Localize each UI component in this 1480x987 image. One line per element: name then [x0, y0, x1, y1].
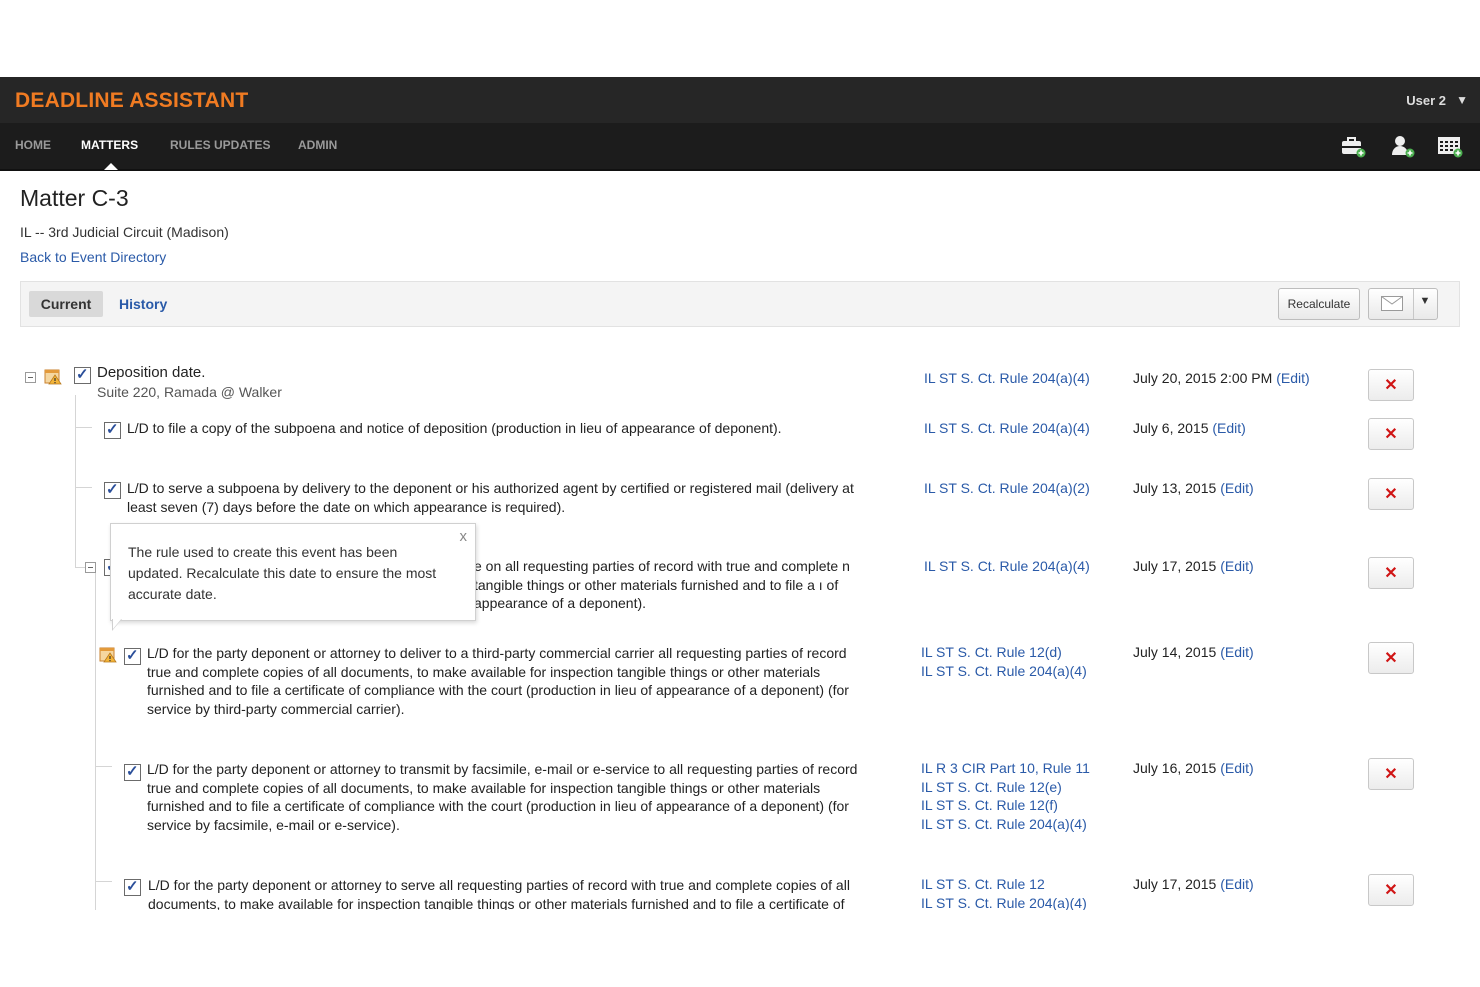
- event-date: July 14, 2015 (Edit): [1133, 644, 1254, 660]
- tooltip-text: The rule used to create this event has b…: [128, 544, 437, 602]
- tree-line: [75, 427, 92, 428]
- tooltip-close-button[interactable]: x: [460, 528, 468, 545]
- nav-rules-updates[interactable]: RULES UPDATES: [170, 138, 270, 152]
- rule-updated-warning-icon[interactable]: [99, 645, 117, 663]
- tree-line: [75, 487, 92, 488]
- collapse-toggle[interactable]: [85, 562, 96, 573]
- rule-link[interactable]: IL ST S. Ct. Rule 12(f): [921, 796, 1058, 815]
- event-checkbox[interactable]: [124, 762, 141, 781]
- event-date: July 16, 2015 (Edit): [1133, 760, 1254, 776]
- edit-date-link[interactable]: (Edit): [1212, 420, 1245, 436]
- email-button[interactable]: ▼: [1368, 288, 1438, 320]
- email-dropdown-caret-icon[interactable]: ▼: [1413, 295, 1437, 307]
- delete-event-button[interactable]: ✕: [1368, 874, 1414, 906]
- app-logo[interactable]: DEADLINE ASSISTANT: [15, 89, 248, 113]
- event-checkbox[interactable]: [124, 877, 141, 896]
- rule-link[interactable]: IL ST S. Ct. Rule 204(a)(2): [924, 479, 1090, 498]
- edit-date-link[interactable]: (Edit): [1220, 760, 1253, 776]
- delete-event-button[interactable]: ✕: [1368, 418, 1414, 450]
- tree-line: [75, 567, 85, 568]
- rule-updated-warning-icon[interactable]: [44, 367, 62, 385]
- rule-link[interactable]: IL ST S. Ct. Rule 12: [921, 875, 1045, 894]
- add-user-icon[interactable]: [1389, 133, 1415, 159]
- add-matter-icon[interactable]: [1340, 133, 1366, 159]
- back-to-event-directory-link[interactable]: Back to Event Directory: [20, 249, 166, 265]
- tooltip-arrow-inner: [113, 618, 122, 629]
- delete-x-icon: ✕: [1384, 766, 1398, 783]
- recalculate-button[interactable]: Recalculate: [1278, 288, 1360, 320]
- page-title: Matter C-3: [20, 185, 129, 211]
- rule-link[interactable]: IL ST S. Ct. Rule 204(a)(4): [924, 369, 1090, 388]
- rule-link[interactable]: IL ST S. Ct. Rule 204(a)(4): [924, 557, 1090, 576]
- delete-x-icon: ✕: [1384, 650, 1398, 667]
- rule-link[interactable]: IL ST S. Ct. Rule 12(d): [921, 643, 1062, 662]
- edit-date-link[interactable]: (Edit): [1220, 558, 1253, 574]
- delete-x-icon: ✕: [1384, 882, 1398, 899]
- event-checkbox[interactable]: [104, 420, 121, 439]
- rule-link[interactable]: IL ST S. Ct. Rule 12(e): [921, 778, 1062, 797]
- event-description: e on all requesting parties of record wi…: [474, 558, 850, 611]
- delete-x-icon: ✕: [1384, 377, 1398, 394]
- event-location: Suite 220, Ramada @ Walker: [97, 384, 282, 400]
- delete-x-icon: ✕: [1384, 565, 1398, 582]
- rule-link[interactable]: IL R 3 CIR Part 10, Rule 11: [921, 759, 1090, 778]
- edit-date-link[interactable]: (Edit): [1276, 370, 1309, 386]
- nav-home[interactable]: HOME: [15, 138, 51, 152]
- rule-link[interactable]: IL ST S. Ct. Rule 204(a)(4): [921, 894, 1087, 911]
- delete-x-icon: ✕: [1384, 486, 1398, 503]
- court-label: IL -- 3rd Judicial Circuit (Madison): [20, 224, 229, 240]
- tab-current[interactable]: Current: [29, 291, 103, 317]
- tree-line: [95, 571, 96, 910]
- tree-line: [75, 395, 76, 567]
- app-window: DEADLINE ASSISTANT User 2 ▼ HOME MATTERS…: [0, 77, 1480, 910]
- nav-matters[interactable]: MATTERS: [81, 138, 138, 152]
- delete-event-button[interactable]: ✕: [1368, 478, 1414, 510]
- collapse-toggle[interactable]: [25, 372, 36, 383]
- event-date: July 17, 2015 (Edit): [1133, 558, 1254, 574]
- event-date: July 6, 2015 (Edit): [1133, 420, 1246, 436]
- active-nav-pointer: [104, 163, 118, 170]
- event-description: L/D to serve a subpoena by delivery to t…: [127, 480, 854, 515]
- tab-bar: Current History Recalculate ▼: [20, 281, 1460, 327]
- event-checkbox[interactable]: [74, 365, 91, 384]
- main-nav: HOME MATTERS RULES UPDATES ADMIN: [0, 123, 1480, 171]
- rule-link[interactable]: IL ST S. Ct. Rule 204(a)(4): [921, 662, 1087, 681]
- add-calendar-icon[interactable]: [1437, 133, 1463, 159]
- event-date: July 17, 2015 (Edit): [1133, 876, 1254, 892]
- event-checkbox[interactable]: [104, 480, 121, 499]
- event-checkbox[interactable]: [124, 646, 141, 665]
- event-title: Deposition date.: [97, 364, 206, 381]
- tree-line: [95, 766, 112, 767]
- top-bar: DEADLINE ASSISTANT User 2 ▼: [0, 77, 1480, 123]
- event-description: L/D for the party deponent or attorney t…: [147, 645, 849, 717]
- user-menu[interactable]: User 2: [1406, 93, 1446, 108]
- delete-event-button[interactable]: ✕: [1368, 369, 1414, 401]
- delete-x-icon: ✕: [1384, 426, 1398, 443]
- rule-updated-tooltip: The rule used to create this event has b…: [110, 523, 476, 621]
- rule-link[interactable]: IL ST S. Ct. Rule 204(a)(4): [921, 815, 1087, 834]
- delete-event-button[interactable]: ✕: [1368, 557, 1414, 589]
- event-description: L/D for the party deponent or attorney t…: [147, 761, 858, 833]
- tree-line: [95, 881, 112, 882]
- user-menu-caret-icon[interactable]: ▼: [1456, 93, 1468, 107]
- edit-date-link[interactable]: (Edit): [1220, 644, 1253, 660]
- rule-link[interactable]: IL ST S. Ct. Rule 204(a)(4): [924, 419, 1090, 438]
- delete-event-button[interactable]: ✕: [1368, 642, 1414, 674]
- event-description: L/D to file a copy of the subpoena and n…: [127, 420, 782, 436]
- tab-history[interactable]: History: [119, 291, 167, 317]
- edit-date-link[interactable]: (Edit): [1220, 876, 1253, 892]
- nav-admin[interactable]: ADMIN: [298, 138, 337, 152]
- envelope-icon: [1381, 296, 1403, 311]
- delete-event-button[interactable]: ✕: [1368, 758, 1414, 790]
- event-description: L/D for the party deponent or attorney t…: [148, 877, 850, 910]
- event-date: July 20, 2015 2:00 PM (Edit): [1133, 370, 1310, 386]
- edit-date-link[interactable]: (Edit): [1220, 480, 1253, 496]
- event-date: July 13, 2015 (Edit): [1133, 480, 1254, 496]
